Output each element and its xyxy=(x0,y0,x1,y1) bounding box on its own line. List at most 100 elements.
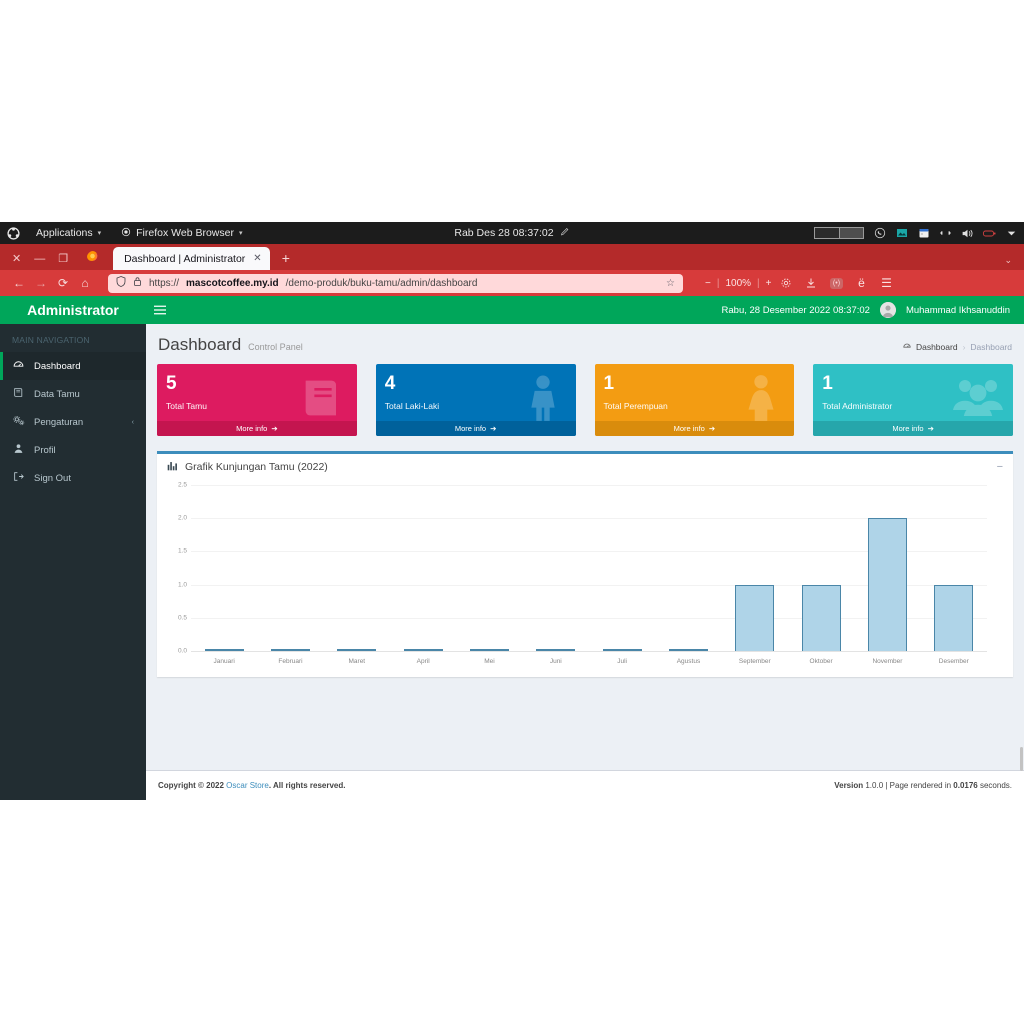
chevron-down-icon: ▾ xyxy=(97,230,102,237)
reload-button[interactable]: ⟳ xyxy=(52,273,74,293)
url-scheme: https:// xyxy=(149,277,180,289)
chart-box: Grafik Kunjungan Tamu (2022) − 0.0 0.5 1.0… xyxy=(157,451,1013,677)
firefox-window-menu[interactable]: Firefox Web Browser ▾ xyxy=(111,222,252,244)
infobox-total-laki-laki[interactable]: 4 Total Laki-Laki More info ➔ xyxy=(375,364,576,436)
system-menu-chevron-icon[interactable] xyxy=(1005,227,1018,240)
sidebar-section-label: MAIN NAVIGATION xyxy=(12,335,90,345)
address-bar[interactable]: https:// mascotcoffee.my.id/demo-produk/b… xyxy=(108,273,683,293)
chart-bar-column xyxy=(655,485,721,651)
back-button[interactable]: ← xyxy=(8,273,30,293)
chart-x-tick-label: Juni xyxy=(549,658,562,665)
infobox-total-administrator[interactable]: 1 Total Administrator More info ➔ xyxy=(813,364,1013,436)
footer-link-oscar-store[interactable]: Oscar Store xyxy=(226,781,269,790)
home-button[interactable]: ⌂ xyxy=(74,273,96,293)
chart-bar[interactable] xyxy=(337,649,377,651)
extension-icon[interactable]: ë xyxy=(851,273,871,293)
tab-title: Dashboard | Administrator xyxy=(124,252,246,265)
ubuntu-logo-icon[interactable] xyxy=(0,226,26,240)
sidebar-toggle-button[interactable] xyxy=(146,296,174,324)
forward-button[interactable]: → xyxy=(30,273,52,293)
zoom-level-label[interactable]: 100% xyxy=(725,278,751,289)
chart-bar[interactable] xyxy=(204,649,244,651)
avatar[interactable] xyxy=(879,302,896,318)
chart-x-tick-label: November xyxy=(872,658,903,665)
infobox-more-info-link[interactable]: More info ➔ xyxy=(813,421,1013,436)
breadcrumb-item-home[interactable]: Dashboard xyxy=(916,342,958,352)
zoom-out-button[interactable]: − xyxy=(705,278,711,289)
infobox-more-info-link[interactable]: More info ➔ xyxy=(157,421,357,436)
maximize-window-button[interactable]: ❐ xyxy=(58,254,68,265)
chart-bar[interactable] xyxy=(536,649,576,651)
sidebar-item-pengaturan[interactable]: Pengaturan ‹ xyxy=(0,408,146,436)
chart-bar[interactable] xyxy=(934,584,974,651)
extension-badge-icon[interactable]: (•) xyxy=(826,273,846,293)
calendar-icon[interactable] xyxy=(917,227,930,240)
infobox-row: 5 Total Tamu More info ➔ 4 Total Laki-La… xyxy=(146,361,1024,436)
chart-bar[interactable] xyxy=(403,649,443,651)
chart-x-tick-label: Februari xyxy=(278,658,303,665)
header-username[interactable]: Muhammad Ikhsanuddin xyxy=(906,305,1010,316)
footer-render-time: 0.0176 xyxy=(953,781,978,790)
volume-icon[interactable] xyxy=(961,227,974,240)
infobox-total-perempuan[interactable]: 1 Total Perempuan More info ➔ xyxy=(594,364,795,436)
infobox-more-info-link[interactable]: More info ➔ xyxy=(594,421,795,436)
chart-bar-column xyxy=(589,485,655,651)
infobox-more-info-link[interactable]: More info ➔ xyxy=(375,421,576,436)
whatsapp-icon[interactable] xyxy=(873,227,886,240)
chart-bar[interactable] xyxy=(270,649,310,651)
clock-label: Rab Des 28 08:37:02 xyxy=(454,227,554,239)
sidebar-item-data-tamu[interactable]: Data Tamu xyxy=(0,380,146,408)
chart-y-tick-label: 0.0 xyxy=(177,647,187,655)
minimize-window-button[interactable]: — xyxy=(34,254,45,265)
chart-y-tick-label: 1.5 xyxy=(177,547,187,555)
image-app-icon[interactable] xyxy=(895,227,908,240)
chart-bar[interactable] xyxy=(602,649,642,651)
battery-icon[interactable] xyxy=(983,227,996,240)
shield-icon[interactable] xyxy=(116,276,126,290)
downloads-icon[interactable] xyxy=(801,273,821,293)
browser-tab[interactable]: Dashboard | Administrator ✕ xyxy=(113,247,270,270)
page-subtitle: Control Panel xyxy=(248,342,303,352)
lock-icon[interactable] xyxy=(133,276,142,290)
bar-chart-icon xyxy=(167,458,178,476)
app-brand[interactable]: Administrator xyxy=(0,296,146,324)
chart-y-tick-label: 2.0 xyxy=(177,514,187,522)
breadcrumb-item-current: Dashboard xyxy=(970,342,1012,352)
chart-bar[interactable] xyxy=(668,649,708,651)
sidebar-item-dashboard[interactable]: Dashboard xyxy=(0,352,146,380)
applications-menu[interactable]: Applications ▾ xyxy=(26,222,111,244)
content-wrapper: Dashboard Control Panel Dashboard › Dash… xyxy=(146,324,1024,800)
arrow-circle-right-icon: ➔ xyxy=(927,424,934,433)
sidebar-item-sign-out[interactable]: Sign Out xyxy=(0,464,146,492)
infobox-total-tamu[interactable]: 5 Total Tamu More info ➔ xyxy=(157,364,357,436)
chart-bar-column xyxy=(390,485,456,651)
footer-copyright: Copyright © 2022 Oscar Store. All rights… xyxy=(158,781,345,790)
workspace-switcher-icon[interactable] xyxy=(814,227,864,239)
chart-x-tick-label: Mei xyxy=(484,658,495,665)
bar-chart: 0.0 0.5 1.0 1.5 2.0 2.5 Januari Februari Maret Ap… xyxy=(165,482,1005,673)
tab-close-icon[interactable]: ✕ xyxy=(253,253,261,264)
collapse-box-button[interactable]: − xyxy=(997,461,1003,473)
sidebar: MAIN NAVIGATION Dashboard Data Tamu Peng… xyxy=(0,324,146,800)
app-header: Rabu, 28 Desember 2022 08:37:02 Muhammad… xyxy=(146,296,1024,324)
chart-bar-column xyxy=(722,485,788,651)
zoom-in-button[interactable]: + xyxy=(766,278,772,289)
clock[interactable]: Rab Des 28 08:37:02 xyxy=(454,227,569,239)
chart-bar[interactable] xyxy=(469,649,509,651)
applications-menu-label: Applications xyxy=(36,227,93,239)
tab-list-chevron-icon[interactable]: ⌄ xyxy=(1004,255,1012,266)
chevron-left-icon: ‹ xyxy=(131,418,134,426)
chart-plot-area xyxy=(191,485,987,651)
app-menu-icon[interactable]: ☰ xyxy=(876,273,896,293)
network-icon[interactable] xyxy=(939,227,952,240)
close-window-button[interactable]: ✕ xyxy=(12,254,21,265)
chart-bar[interactable] xyxy=(801,584,841,651)
chart-bar[interactable] xyxy=(735,584,775,651)
new-tab-button[interactable]: + xyxy=(282,250,290,270)
sidebar-item-profil[interactable]: Profil xyxy=(0,436,146,464)
page-scrollbar[interactable] xyxy=(1020,592,1024,800)
chart-bar[interactable] xyxy=(867,518,907,651)
scrollbar-thumb[interactable] xyxy=(1020,747,1023,771)
bookmark-star-icon[interactable]: ☆ xyxy=(666,278,675,289)
settings-gear-icon[interactable] xyxy=(776,273,796,293)
